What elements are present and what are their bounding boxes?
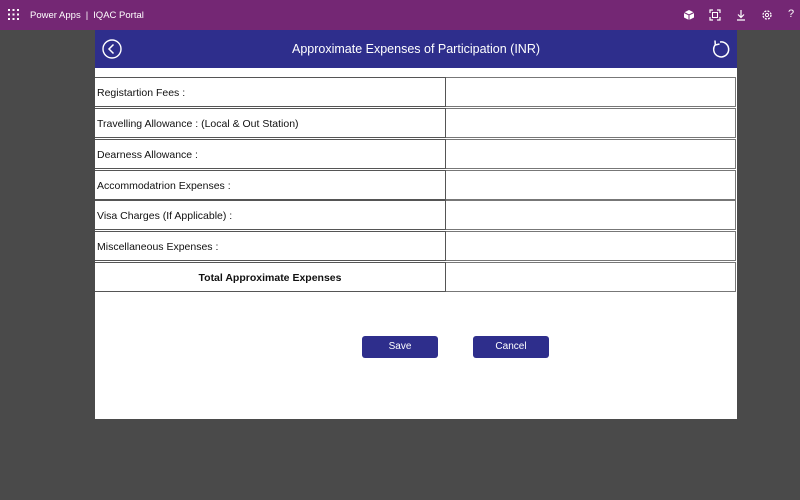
- help-icon[interactable]: ?: [788, 7, 798, 21]
- cancel-button[interactable]: Cancel: [473, 336, 549, 358]
- expense-label: Visa Charges (If Applicable) :: [95, 200, 446, 230]
- expense-label: Travelling Allowance : (Local & Out Stat…: [95, 108, 446, 138]
- back-arrow-icon[interactable]: [101, 38, 123, 60]
- app-canvas: Approximate Expenses of Participation (I…: [95, 30, 737, 419]
- form-header: Approximate Expenses of Participation (I…: [95, 30, 737, 68]
- expense-row-registration: Registartion Fees :: [95, 77, 737, 107]
- expense-label: Accommodatrion Expenses :: [95, 170, 446, 200]
- expense-row-total: Total Approximate Expenses: [95, 262, 737, 292]
- expense-row-dearness: Dearness Allowance :: [95, 139, 737, 169]
- waffle-icon[interactable]: [8, 9, 19, 20]
- fit-screen-icon[interactable]: [709, 9, 721, 21]
- total-label: Total Approximate Expenses: [95, 262, 446, 292]
- portal-name: IQAC Portal: [93, 10, 144, 21]
- registration-fees-input[interactable]: [446, 77, 736, 107]
- expense-row-accommodation: Accommodatrion Expenses :: [95, 170, 737, 200]
- reset-icon[interactable]: [709, 38, 731, 60]
- travelling-allowance-input[interactable]: [446, 108, 736, 138]
- expense-label: Miscellaneous Expenses :: [95, 231, 446, 261]
- brand-separator: |: [85, 10, 89, 21]
- visa-charges-input[interactable]: [446, 200, 736, 230]
- app-brand: Power Apps | IQAC Portal: [30, 0, 144, 30]
- miscellaneous-expenses-input[interactable]: [446, 231, 736, 261]
- expense-row-visa: Visa Charges (If Applicable) :: [95, 200, 737, 230]
- expense-label: Dearness Allowance :: [95, 139, 446, 169]
- gear-icon[interactable]: [761, 9, 773, 21]
- expense-label: Registartion Fees :: [95, 77, 446, 107]
- total-expenses-input[interactable]: [446, 262, 736, 292]
- expense-row-travelling: Travelling Allowance : (Local & Out Stat…: [95, 108, 737, 138]
- page-title: Approximate Expenses of Participation (I…: [291, 42, 541, 56]
- expense-row-miscellaneous: Miscellaneous Expenses :: [95, 231, 737, 261]
- app-name: Power Apps: [30, 10, 81, 21]
- cube-icon[interactable]: [683, 9, 695, 21]
- accommodation-expenses-input[interactable]: [446, 170, 736, 200]
- save-button[interactable]: Save: [362, 336, 438, 358]
- top-bar: Power Apps | IQAC Portal ?: [0, 0, 800, 30]
- download-icon[interactable]: [735, 9, 747, 21]
- dearness-allowance-input[interactable]: [446, 139, 736, 169]
